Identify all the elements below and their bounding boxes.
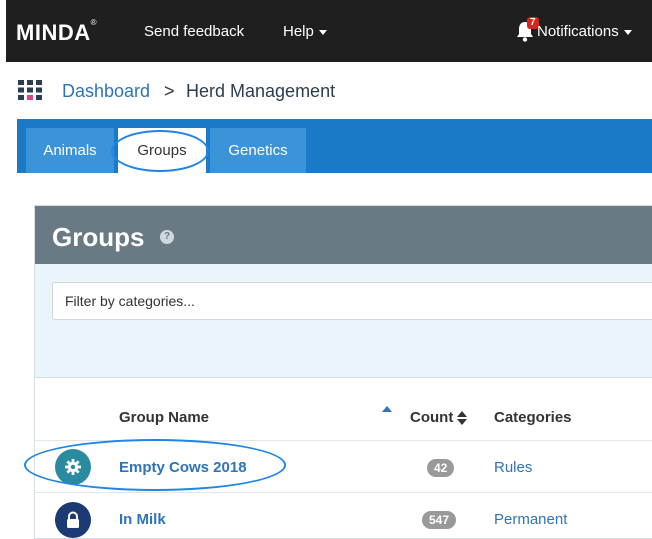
- send-feedback-link[interactable]: Send feedback: [144, 23, 244, 40]
- column-header-categories[interactable]: Categories: [494, 409, 572, 426]
- tab-animals[interactable]: Animals: [26, 128, 114, 173]
- sort-icon: [457, 411, 468, 426]
- lock-icon: [55, 502, 91, 538]
- app-grid-icon[interactable]: [18, 80, 42, 100]
- row-divider: [35, 492, 652, 493]
- panel-title: Groups: [52, 222, 145, 252]
- tab-genetics[interactable]: Genetics: [210, 128, 306, 173]
- notifications-menu[interactable]: Notifications: [537, 23, 632, 40]
- category-link[interactable]: Rules: [494, 459, 532, 476]
- panel-header: Groups ?: [35, 206, 652, 264]
- group-name-link[interactable]: In Milk: [119, 511, 166, 528]
- minda-logo[interactable]: MINDA®: [16, 18, 97, 46]
- groups-tab-highlight-ring: [111, 130, 209, 172]
- breadcrumb-dashboard[interactable]: Dashboard: [62, 81, 150, 102]
- chevron-down-icon: [318, 29, 327, 35]
- sort-ascending-icon[interactable]: [382, 406, 392, 412]
- help-icon[interactable]: ?: [160, 230, 174, 244]
- category-filter-input[interactable]: [52, 282, 652, 320]
- column-header-group-name[interactable]: Group Name: [119, 409, 209, 426]
- help-menu[interactable]: Help: [283, 23, 327, 40]
- filter-area: [35, 264, 652, 378]
- column-header-count[interactable]: Count: [410, 409, 468, 426]
- count-badge: 42: [427, 459, 455, 477]
- count-badge: 547: [422, 511, 457, 529]
- top-navbar: MINDA® Send feedback Help 7 Notification…: [6, 0, 652, 62]
- category-link[interactable]: Permanent: [494, 511, 567, 528]
- breadcrumb-current: Herd Management: [186, 81, 336, 101]
- breadcrumb-separator: >: [164, 81, 175, 101]
- empty-cows-row-highlight-ring: [24, 439, 286, 491]
- chevron-down-icon: [623, 29, 632, 35]
